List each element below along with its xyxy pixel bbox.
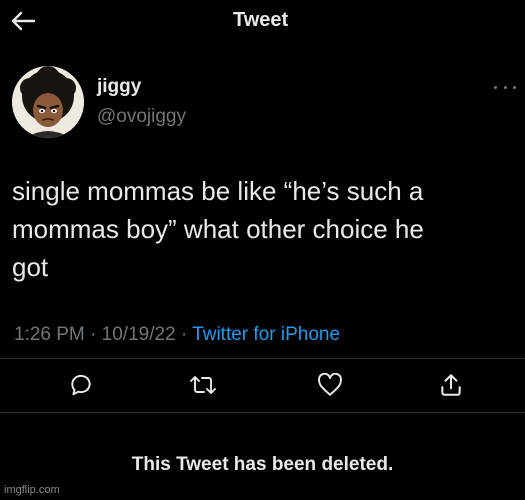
- user-handle[interactable]: @ovojiggy: [97, 106, 186, 128]
- ellipsis-icon: [503, 85, 507, 89]
- meta-separator: ·: [180, 324, 188, 345]
- like-button[interactable]: [313, 368, 347, 402]
- ellipsis-icon: [513, 85, 516, 89]
- tweet-date[interactable]: 10/19/22: [102, 324, 176, 345]
- arrow-left-icon: [11, 11, 36, 31]
- watermark: imgflip.com: [4, 484, 60, 496]
- tweet-time[interactable]: 1:26 PM: [14, 324, 85, 345]
- reply-button[interactable]: [64, 368, 98, 402]
- share-icon: [441, 374, 461, 396]
- cartoon-avatar: [12, 66, 84, 138]
- retweet-button[interactable]: [186, 368, 220, 402]
- tweet-text: single mommas be like “he’s such a momma…: [12, 172, 512, 286]
- display-name[interactable]: jiggy: [97, 76, 141, 98]
- page-title: Tweet: [233, 9, 289, 31]
- divider: [0, 412, 525, 413]
- retweet-icon: [190, 376, 216, 394]
- tweet-meta: 1:26 PM · 10/19/22 · Twitter for iPhone: [14, 324, 340, 346]
- divider: [0, 358, 525, 359]
- meta-separator: ·: [90, 324, 97, 345]
- like-icon: [318, 373, 342, 396]
- back-button[interactable]: [8, 6, 38, 36]
- header-bar: Tweet: [0, 0, 525, 44]
- deleted-notice: This Tweet has been deleted.: [131, 454, 394, 475]
- share-button[interactable]: [434, 368, 468, 402]
- tweet-line: single mommas be like “he’s such a: [12, 176, 424, 206]
- avatar[interactable]: [12, 66, 84, 138]
- tweet-line: got: [12, 252, 49, 282]
- tweet-line: mommas boy” what other choice he: [12, 214, 424, 244]
- reply-icon: [71, 374, 91, 396]
- tweet-source-link[interactable]: Twitter for iPhone: [192, 324, 340, 345]
- ellipsis-icon: [494, 85, 497, 89]
- more-options-button[interactable]: [494, 82, 516, 92]
